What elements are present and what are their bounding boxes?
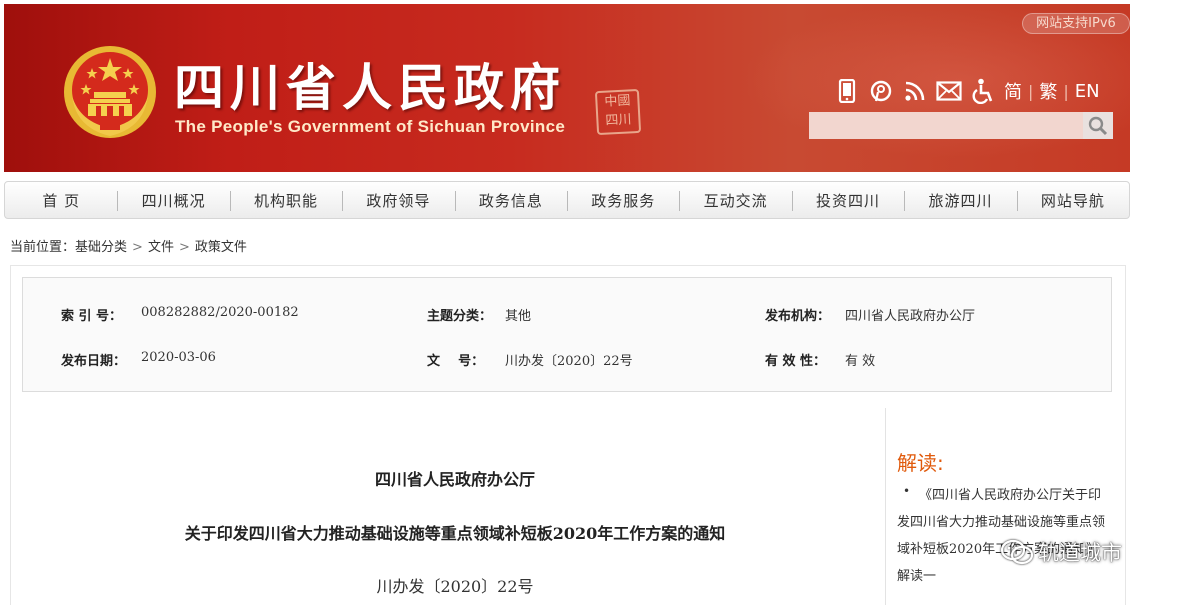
breadcrumb: 当前位置：基础分类 > 文件 > 政策文件 bbox=[10, 236, 247, 255]
document-issuer: 四川省人民政府办公厅 bbox=[374, 470, 535, 489]
search-button[interactable] bbox=[1083, 112, 1113, 139]
sichuan-seal-logo: 中國 四川 bbox=[594, 88, 642, 136]
document-title: 关于印发四川省大力推动基础设施等重点领域补短板2020年工作方案的通知 bbox=[184, 524, 726, 543]
weibo-icon[interactable] bbox=[864, 76, 898, 106]
nav-item-functions[interactable]: 机构职能 bbox=[229, 182, 342, 218]
date-value: 2020-03-06 bbox=[141, 350, 216, 365]
breadcrumb-link-basic-category[interactable]: 基础分类 bbox=[75, 240, 127, 255]
publisher-value: 四川省人民政府办公厅 bbox=[845, 309, 976, 324]
nav-item-sitemap[interactable]: 网站导航 bbox=[1016, 182, 1129, 218]
docnum-label: 文 号： bbox=[427, 354, 485, 369]
nav-item-services[interactable]: 政务服务 bbox=[567, 182, 679, 218]
lang-separator: | bbox=[1063, 81, 1069, 101]
site-title: 四川省人民政府 bbox=[174, 59, 566, 117]
breadcrumb-separator: > bbox=[178, 240, 190, 255]
interpretation-heading: 解读: bbox=[897, 451, 944, 475]
lang-english-link[interactable]: EN bbox=[1075, 81, 1100, 102]
breadcrumb-link-policy-files[interactable]: 政策文件 bbox=[195, 240, 247, 255]
search-icon bbox=[1088, 116, 1108, 135]
wechat-icon bbox=[1000, 539, 1034, 565]
site-subtitle: The People's Government of Sichuan Provi… bbox=[175, 117, 566, 136]
nav-item-tourism[interactable]: 旅游四川 bbox=[904, 182, 1016, 218]
document-number: 川办发〔2020〕22号 bbox=[376, 577, 534, 596]
wechat-watermark: 轨道城市 bbox=[1000, 537, 1122, 567]
interpretation-link[interactable]: 《四川省人民政府办公厅关于印发四川省大力推动基础设施等重点领域补短板2020年工… bbox=[897, 482, 1109, 590]
nav-item-gov-info[interactable]: 政务信息 bbox=[454, 182, 567, 218]
date-label: 发布日期： bbox=[61, 354, 127, 369]
publisher-label: 发布机构： bbox=[765, 309, 831, 324]
nav-item-interaction[interactable]: 互动交流 bbox=[679, 182, 791, 218]
nav-item-home[interactable]: 首 页 bbox=[5, 182, 117, 218]
lang-traditional-link[interactable]: 繁 bbox=[1039, 78, 1057, 104]
validity-value: 有 效 bbox=[845, 354, 876, 369]
ipv6-badge[interactable]: 网站支持IPv6 bbox=[1022, 13, 1130, 34]
topic-label: 主题分类： bbox=[427, 309, 493, 324]
index-label: 索 引 号： bbox=[61, 309, 123, 324]
nav-item-invest[interactable]: 投资四川 bbox=[791, 182, 904, 218]
mobile-icon[interactable] bbox=[830, 76, 864, 106]
topic-value: 其他 bbox=[505, 309, 532, 324]
main-nav: 首 页 四川概况 机构职能 政府领导 政务信息 政务服务 互动交流 投资四川 旅… bbox=[4, 181, 1130, 219]
lang-simplified-link[interactable]: 简 bbox=[1004, 78, 1022, 104]
mail-icon[interactable] bbox=[932, 76, 966, 106]
breadcrumb-prefix: 当前位置： bbox=[10, 240, 76, 255]
accessibility-icon[interactable] bbox=[966, 76, 1000, 106]
search-input[interactable] bbox=[809, 112, 1083, 139]
nav-item-overview[interactable]: 四川概况 bbox=[117, 182, 229, 218]
docnum-value: 川办发〔2020〕22号 bbox=[505, 354, 633, 369]
breadcrumb-separator: > bbox=[132, 240, 143, 255]
lang-separator: | bbox=[1028, 81, 1034, 101]
header-tools: 简 | 繁 | EN bbox=[830, 74, 1100, 108]
header-banner: 四川省人民政府 The People's Government of Sichu… bbox=[4, 4, 1130, 172]
rss-icon[interactable] bbox=[898, 76, 932, 106]
national-emblem-icon bbox=[64, 46, 156, 138]
watermark-text: 轨道城市 bbox=[1038, 541, 1122, 565]
index-value: 008282882/2020-00182 bbox=[141, 305, 299, 320]
document-meta-box: 索 引 号： 008282882/2020-00182 主题分类： 其他 发布机… bbox=[22, 277, 1112, 392]
nav-item-leaders[interactable]: 政府领导 bbox=[342, 182, 454, 218]
breadcrumb-link-files[interactable]: 文件 bbox=[148, 240, 174, 255]
validity-label: 有 效 性： bbox=[765, 354, 827, 369]
